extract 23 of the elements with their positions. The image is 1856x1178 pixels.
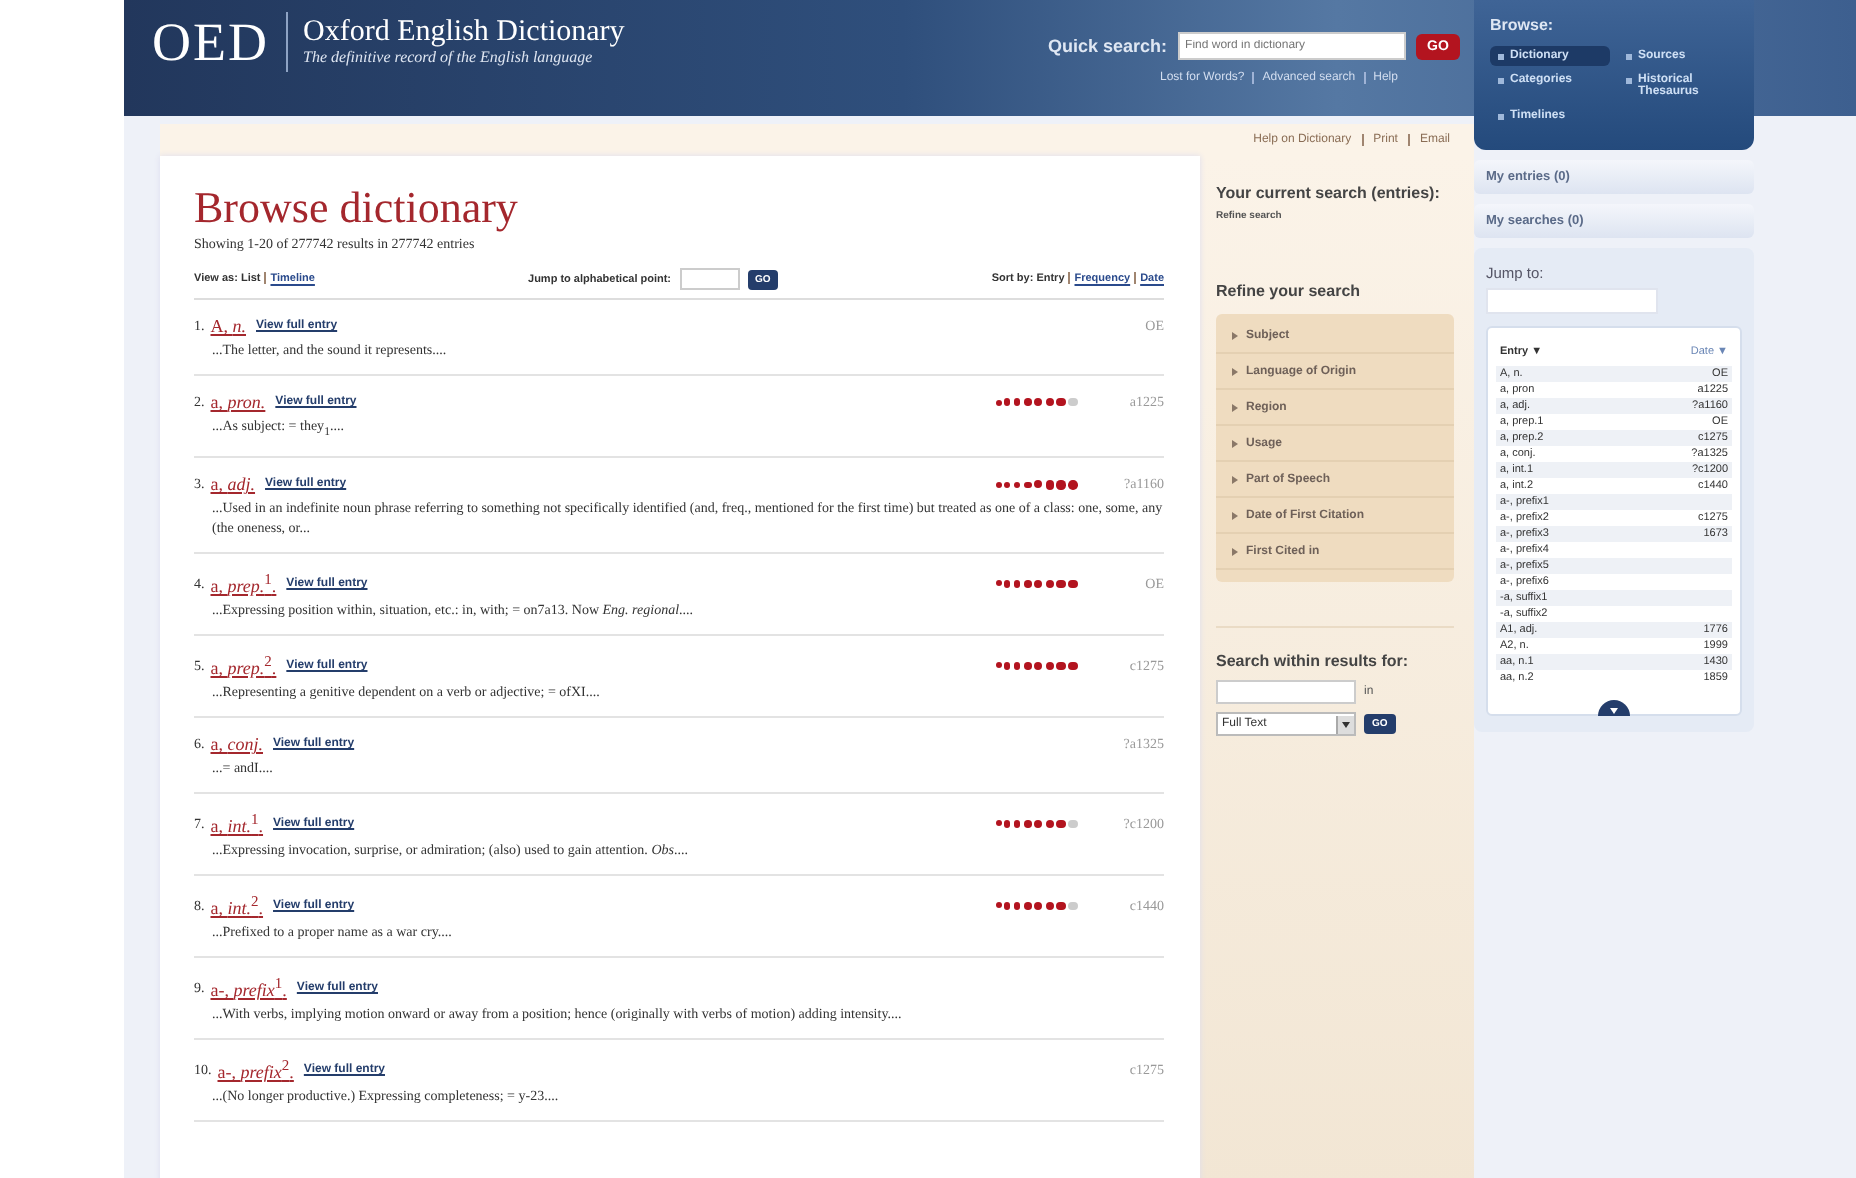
- headword-link[interactable]: a, int.$^{2}$.: [210, 892, 264, 919]
- jump-field[interactable]: [679, 268, 740, 290]
- headword-link[interactable]: a, conj.: [210, 734, 263, 755]
- page-title: Browse dictionary: [194, 184, 520, 232]
- current-search-heading: Your current search (entries):: [1216, 184, 1442, 204]
- headword-link[interactable]: a-, prefix$^{1}$.: [210, 974, 287, 1001]
- quick-search-label: Quick search:: [1048, 36, 1168, 56]
- headword-link[interactable]: a-, prefix$^{2}$.: [217, 1056, 294, 1083]
- scroll-down-button[interactable]: [1598, 700, 1630, 716]
- search-within-heading: Search within results for:: [1216, 652, 1411, 672]
- search-within-field[interactable]: [1216, 680, 1356, 704]
- headword-link[interactable]: a, pron.: [210, 392, 266, 412]
- browse-heading: Browse:: [1490, 16, 1556, 34]
- headword-link[interactable]: a, prep.$^{2}$.: [210, 652, 277, 679]
- site-title: Oxford English Dictionary: [303, 18, 625, 48]
- logo[interactable]: OED: [152, 12, 287, 72]
- refine-heading: Refine your search: [1216, 282, 1363, 302]
- headword-link[interactable]: A, n.: [210, 316, 246, 336]
- jump-to-field[interactable]: [1486, 288, 1658, 314]
- tagline: The definitive record of the English language: [303, 48, 595, 66]
- headword-link[interactable]: a, prep.$^{1}$.: [210, 570, 277, 597]
- headword-link[interactable]: a, adj.: [210, 474, 256, 495]
- headword-link[interactable]: a, int.$^{1}$.: [210, 810, 264, 837]
